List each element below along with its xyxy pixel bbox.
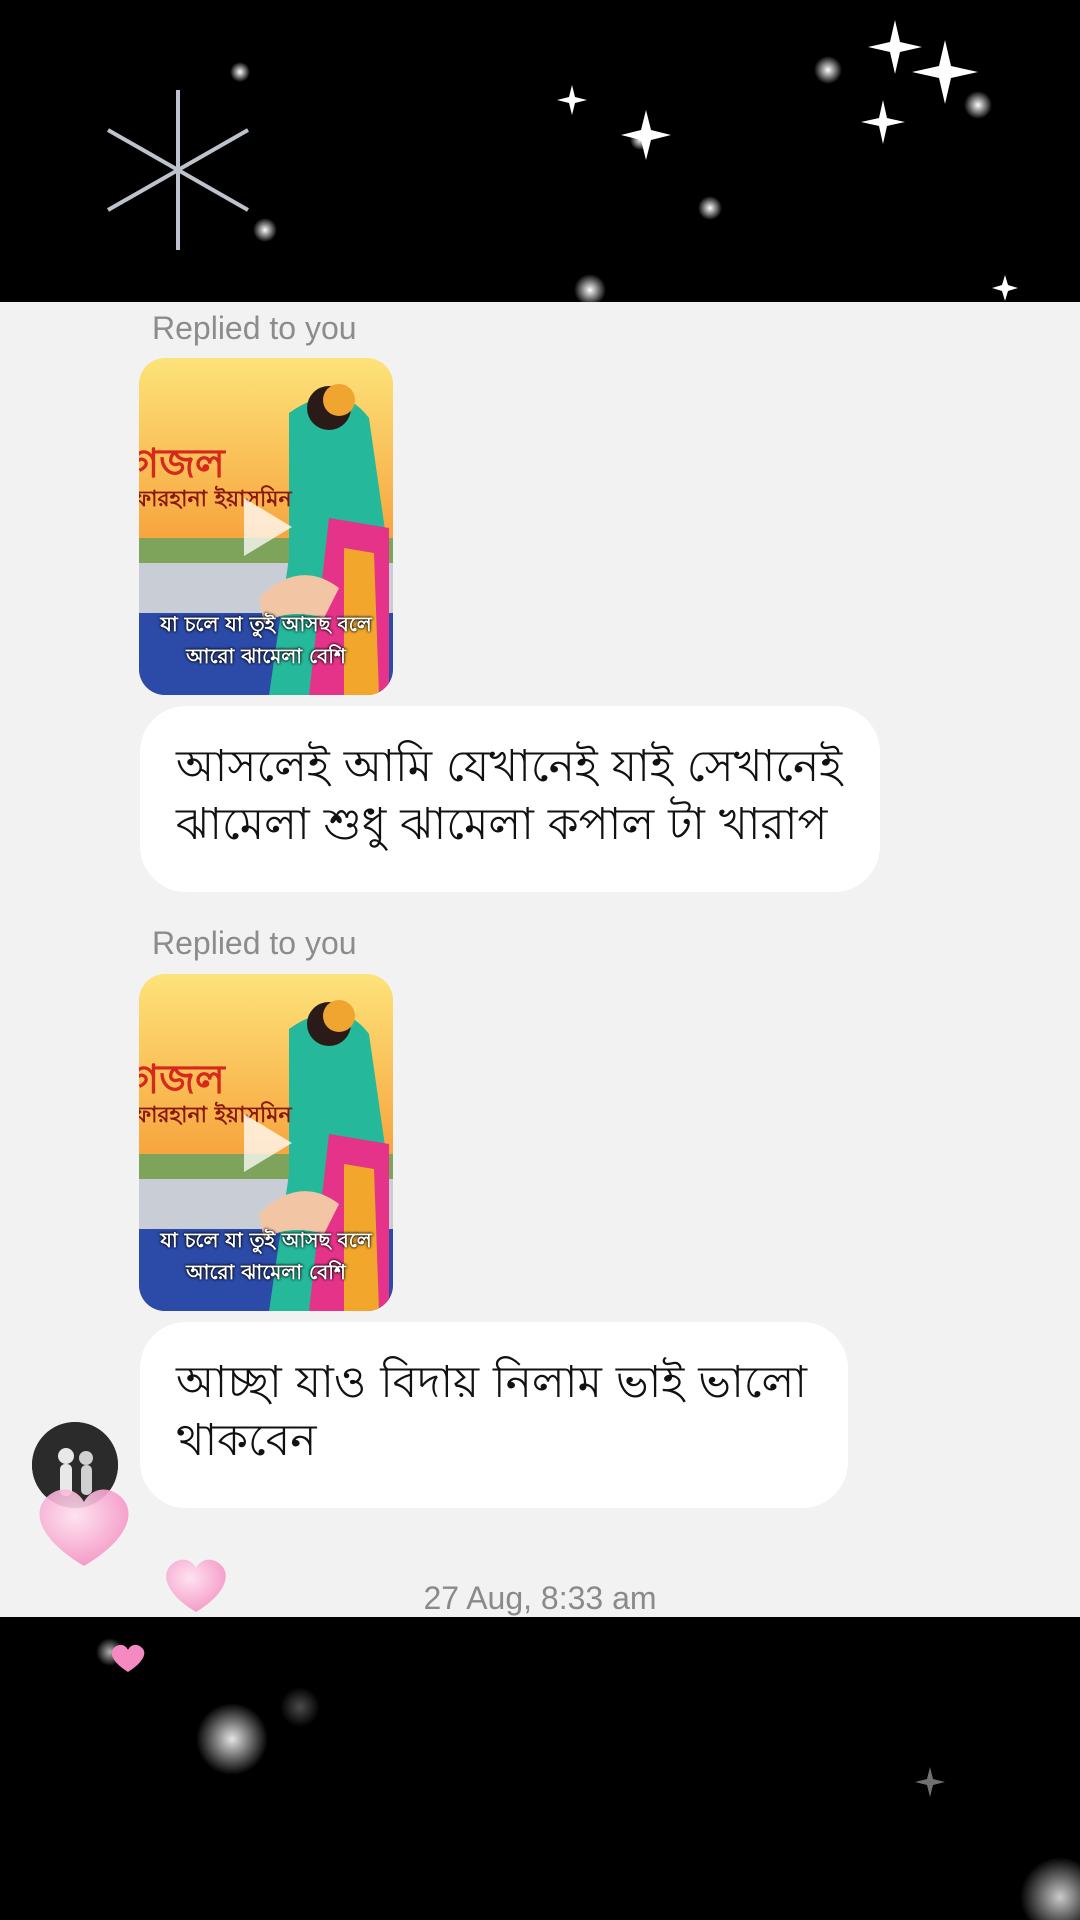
poster-caption-line-1: যা চলে যা তুই আসছ বলে: [160, 1228, 372, 1252]
chat-thread[interactable]: Replied to you গজল ফারহানা ইয়াসমিন যা চ…: [0, 302, 1080, 1617]
play-icon[interactable]: [236, 1110, 296, 1176]
top-decorative-band: [0, 0, 1080, 302]
replied-to-you-label: Replied to you: [152, 925, 357, 961]
shared-reel-thumbnail[interactable]: গজল ফারহানা ইয়াসমিন যা চলে যা তুই আসছ ব…: [139, 974, 393, 1311]
poster-caption-line-1: যা চলে যা তুই আসছ বলে: [160, 612, 372, 636]
sparkle-decoration: [96, 1638, 1080, 1920]
play-icon[interactable]: [236, 494, 296, 560]
sparkle-decoration: [107, 20, 1018, 302]
message-text: আসলেই আমি যেখানেই যাই সেখানেই ঝামেলা শুধ…: [176, 741, 843, 850]
replied-to-you-label: Replied to you: [152, 310, 357, 346]
message-text: আচ্ছা যাও বিদায় নিলাম ভাই ভালো থাকবেন: [176, 1357, 808, 1466]
shared-reel-thumbnail[interactable]: গজল ফারহানা ইয়াসমিন যা চলে যা তুই আসছ ব…: [139, 358, 393, 695]
message-bubble[interactable]: আসলেই আমি যেখানেই যাই সেখানেই ঝামেলা শুধ…: [140, 706, 880, 892]
poster-caption-line-2: আরো ঝামেলা বেশি: [186, 1260, 346, 1284]
message-timestamp: 27 Aug, 8:33 am: [423, 1580, 657, 1616]
poster-caption-line-2: আরো ঝামেলা বেশি: [186, 644, 346, 668]
bottom-decorative-band: [0, 1617, 1080, 1920]
